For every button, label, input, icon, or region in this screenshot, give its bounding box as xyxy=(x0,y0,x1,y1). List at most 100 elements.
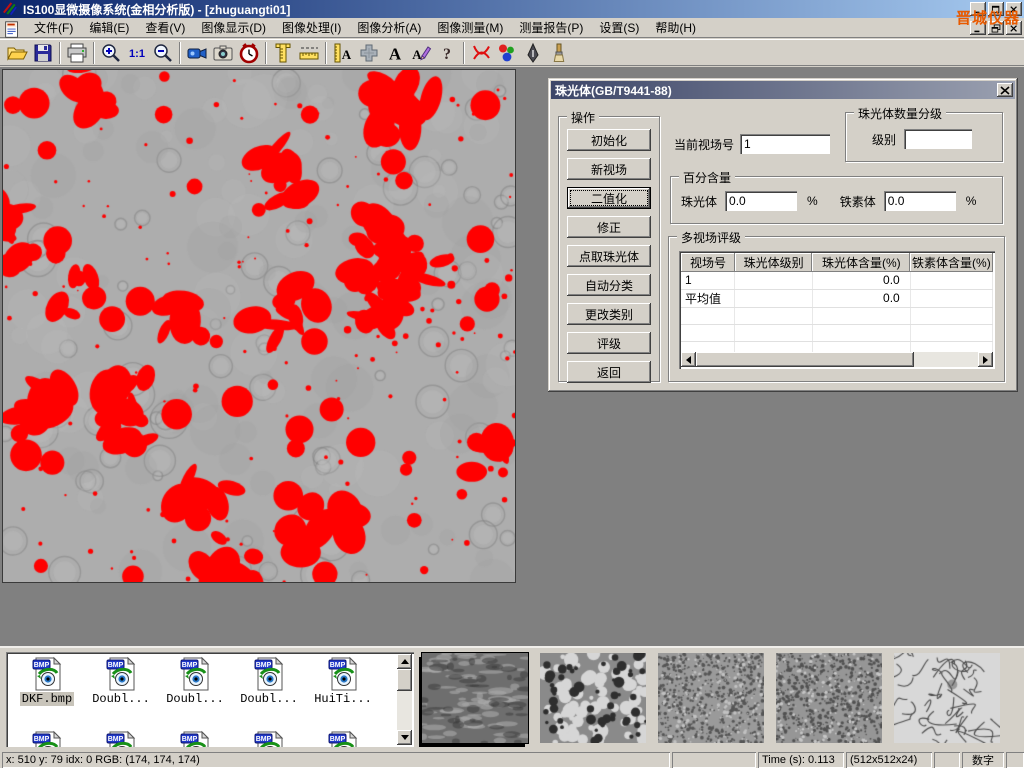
bmp-file-icon: BMP xyxy=(178,730,212,747)
help-button[interactable]: ? xyxy=(434,41,460,65)
op-button-新视场[interactable]: 新视场 xyxy=(567,158,651,180)
camcorder-button[interactable] xyxy=(184,41,210,65)
table-header[interactable]: 珠光体级别 xyxy=(735,253,813,272)
file-name[interactable]: HuiTi... xyxy=(312,692,374,706)
file-item[interactable]: BMPDoubl... xyxy=(84,656,158,706)
preview-thumbnail-1[interactable] xyxy=(422,653,528,743)
binarize-button[interactable] xyxy=(468,41,494,65)
file-item[interactable]: BMP xyxy=(306,730,380,747)
op-button-更改类别[interactable]: 更改类别 xyxy=(567,303,651,325)
help-icon: ? xyxy=(436,42,458,64)
file-item[interactable]: BMP xyxy=(232,730,306,747)
op-button-修正[interactable]: 修正 xyxy=(567,216,651,238)
op-button-返回[interactable]: 返回 xyxy=(567,361,651,383)
timer-button[interactable] xyxy=(236,41,262,65)
status-bar: x: 510 y: 79 idx: 0 RGB: (174, 174, 174)… xyxy=(0,750,1024,768)
file-item[interactable]: BMP xyxy=(158,730,232,747)
op-button-自动分类[interactable]: 自动分类 xyxy=(567,274,651,296)
op-button-二值化[interactable]: 二值化 xyxy=(567,187,651,209)
file-name[interactable]: DKF.bmp xyxy=(20,692,74,706)
svg-text:BMP: BMP xyxy=(182,662,198,669)
caliper-button[interactable] xyxy=(270,41,296,65)
file-browser[interactable]: BMPDKF.bmpBMPDoubl...BMPDoubl...BMPDoubl… xyxy=(6,652,414,747)
op-button-评级[interactable]: 评级 xyxy=(567,332,651,354)
current-field-input[interactable] xyxy=(740,134,830,154)
status-time: Time (s): 0.113 xyxy=(758,752,844,768)
table-row[interactable]: 10.0 xyxy=(681,272,993,289)
scroll-down-button[interactable] xyxy=(397,730,412,745)
table-row[interactable]: 平均值0.0 xyxy=(681,289,993,307)
zoom-in-icon xyxy=(100,42,122,64)
print-button[interactable] xyxy=(64,41,90,65)
preview-thumbnail-5[interactable] xyxy=(894,653,1000,743)
brush-button[interactable] xyxy=(546,41,572,65)
vscroll-thumb[interactable] xyxy=(397,669,412,691)
table-row[interactable] xyxy=(681,341,993,352)
file-item[interactable]: BMP xyxy=(84,730,158,747)
scroll-right-button[interactable] xyxy=(978,352,993,367)
menu-item-4[interactable]: 图像显示(D) xyxy=(193,17,274,38)
phase-classify-button[interactable] xyxy=(494,41,520,65)
metallograph-image[interactable] xyxy=(2,69,516,583)
actual-size-button[interactable]: 1:1 xyxy=(124,41,150,65)
text-button[interactable]: A xyxy=(382,41,408,65)
application-window: IS100显微摄像系统(金相分析版) - [zhuguangti01] 文件(F… xyxy=(0,0,1024,768)
table-header[interactable]: 铁素体含量(%) xyxy=(910,253,992,272)
op-button-初始化[interactable]: 初始化 xyxy=(567,129,651,151)
bmp-file-icon: BMP xyxy=(252,730,286,747)
menu-item-8[interactable]: 测量报告(P) xyxy=(511,17,591,38)
menu-item-1[interactable]: 文件(F) xyxy=(26,17,81,38)
document-icon[interactable] xyxy=(2,19,22,37)
file-item[interactable]: BMPDoubl... xyxy=(232,656,306,706)
grade-input[interactable] xyxy=(904,129,972,149)
menu-item-6[interactable]: 图像分析(A) xyxy=(349,17,429,38)
ruler-button[interactable] xyxy=(296,41,322,65)
menu-item-2[interactable]: 编辑(E) xyxy=(81,17,137,38)
menu-item-9[interactable]: 设置(S) xyxy=(591,17,647,38)
preview-thumbnail-4[interactable] xyxy=(776,653,882,743)
menu-item-10[interactable]: 帮助(H) xyxy=(647,17,704,38)
pearlite-pct-input[interactable] xyxy=(725,191,797,211)
ferrite-pct-input[interactable] xyxy=(884,191,956,211)
svg-text:A: A xyxy=(342,47,352,62)
menu-item-3[interactable]: 查看(V) xyxy=(137,17,193,38)
preview-thumbnail-2[interactable] xyxy=(540,653,646,743)
file-name[interactable]: Doubl... xyxy=(90,692,152,706)
file-list-vscrollbar[interactable] xyxy=(397,654,412,745)
preview-thumbnail-3[interactable] xyxy=(658,653,764,743)
ferrite-pct-unit: % xyxy=(966,194,977,208)
dialog-close-button[interactable] xyxy=(997,83,1013,97)
draw-button[interactable] xyxy=(520,41,546,65)
bmp-file-icon: BMP xyxy=(252,656,286,692)
file-item[interactable]: BMP Doubl... xyxy=(158,656,232,706)
zoom-out-button[interactable] xyxy=(150,41,176,65)
table-header[interactable]: 珠光体含量(%) xyxy=(812,253,910,272)
measure-text-button[interactable]: A xyxy=(330,41,356,65)
table-row[interactable] xyxy=(681,307,993,324)
dialog-title-bar[interactable]: 珠光体(GB/T9441-88) xyxy=(551,81,1015,99)
menu-item-7[interactable]: 图像测量(M) xyxy=(429,17,511,38)
file-item[interactable]: BMP xyxy=(10,730,84,747)
file-name[interactable]: Doubl... xyxy=(238,692,300,706)
timer-icon xyxy=(238,42,260,64)
table-hscrollbar[interactable] xyxy=(681,352,993,367)
merge-button[interactable] xyxy=(356,41,382,65)
dialog-title: 珠光体(GB/T9441-88) xyxy=(555,82,672,99)
file-name[interactable]: Doubl... xyxy=(164,692,226,706)
save-button[interactable] xyxy=(30,41,56,65)
file-item[interactable]: BMPDKF.bmp xyxy=(10,656,84,706)
zoom-in-button[interactable] xyxy=(98,41,124,65)
menu-item-5[interactable]: 图像处理(I) xyxy=(274,17,349,38)
open-button[interactable] xyxy=(4,41,30,65)
table-header[interactable]: 视场号 xyxy=(681,253,735,272)
table-row[interactable] xyxy=(681,324,993,341)
scroll-left-button[interactable] xyxy=(681,352,696,367)
hscroll-thumb[interactable] xyxy=(696,352,914,367)
scroll-up-button[interactable] xyxy=(397,654,412,669)
status-blank-2 xyxy=(934,752,960,768)
rating-table[interactable]: 视场号珠光体级别珠光体含量(%)铁素体含量(%)10.0平均值0.0 xyxy=(679,251,995,369)
op-button-点取珠光体[interactable]: 点取珠光体 xyxy=(567,245,651,267)
annotate-button[interactable]: A xyxy=(408,41,434,65)
camera-button[interactable] xyxy=(210,41,236,65)
file-item[interactable]: BMPHuiTi... xyxy=(306,656,380,706)
